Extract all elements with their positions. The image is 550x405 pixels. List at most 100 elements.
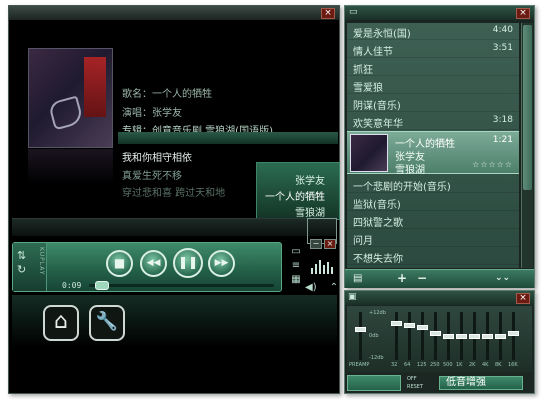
playlist-item[interactable]: 一个悲剧的开始(音乐) [347,176,519,193]
eq-band-label: 4K [482,362,489,368]
eq-slider-knob[interactable] [391,320,402,326]
equalizer-footer: OFF RESET 低音增强 [345,373,534,393]
collapse-down-icon[interactable]: ⌄⌄ [495,273,510,283]
main-player-window: × 歌名：一个人的牺牲 演唱：张学友 专辑：创意音乐剧 雪狼湖(国语版) 我和你… [8,5,340,394]
playlist-list: 爱是永恒(国) 4:40 情人佳节 3:51 抓狂 雪爱狼 阴谋(音乐) 欢笑意年华… [347,23,519,268]
equalizer-close-button[interactable]: × [516,293,530,304]
playlist-item[interactable]: 问月 [347,230,519,247]
playlist-current-item[interactable]: 一个人的牺牲 张学友 雪狼湖 1:21 ☆☆☆☆☆ [347,131,519,176]
eq-band-label: PREAMP [349,362,370,368]
album-cover-logo-art [47,95,85,131]
seek-handle[interactable] [94,281,109,290]
playlist-scroll-thumb[interactable] [523,25,532,190]
panel-close-button[interactable]: × [324,239,336,249]
playlist-close-button[interactable]: × [516,8,530,19]
volume-controls: ◀) ⌃ [305,282,338,293]
eq-slider-knob[interactable] [508,331,519,337]
eq-slider-knob[interactable] [482,333,493,339]
previous-button[interactable]: ◀◀ [140,250,167,277]
eq-scale-bottom: -12db [369,355,384,361]
eq-slider-knob[interactable] [456,333,467,339]
eq-band-label: 16K [508,362,518,368]
playback-control-panel: ⇅ ↻ KUPLAY ■ ◀◀ ❚❚ ▶▶ 0:09 [12,242,282,292]
eq-slider-8k[interactable] [495,312,506,360]
song-title-info: 歌名：一个人的牺牲 [122,89,212,100]
rating-stars[interactable]: ☆☆☆☆☆ [472,160,513,169]
visual-display-area: 歌名：一个人的牺牲 演唱：张学友 专辑：创意音乐剧 雪狼湖(国语版) 我和你相守… [12,21,340,220]
playlist-item[interactable]: 不想失去你 [347,248,519,265]
eq-slider-125[interactable] [417,312,428,360]
playlist-item[interactable]: 阴谋(音乐) [347,95,519,112]
eq-slider-knob[interactable] [355,327,366,333]
eq-reset-button[interactable]: RESET [407,384,423,390]
lyric-highlight-bar [118,132,338,144]
remove-button[interactable]: − [417,271,427,285]
view-icons-column: ▭ ≡ ▦ [289,246,303,288]
equalizer-title-bar[interactable]: ▣ [345,291,534,305]
add-button[interactable]: + [397,271,407,285]
stop-button[interactable]: ■ [106,250,133,277]
lyric-next-line: 真爱生死不移 [122,171,182,182]
eq-slider-16k[interactable] [508,312,519,360]
eq-preset-select[interactable]: 低音增强 [439,376,523,390]
main-title-bar[interactable] [9,6,339,20]
list-icon[interactable]: ≡ [289,260,303,274]
playlist-item[interactable]: 四狱警之歌 [347,212,519,229]
collapse-up-icon[interactable]: ⌃ [330,282,338,293]
seek-bar[interactable] [89,284,274,287]
equalizer-window-icon: ▣ [348,292,357,302]
volume-icon[interactable]: ◀) [305,282,317,293]
eq-band-label: 500 [443,362,453,368]
eq-slider-4k[interactable] [482,312,493,360]
eq-slider-preamp[interactable] [355,312,366,360]
eq-band-label: 1K [456,362,463,368]
eq-slider-250[interactable] [430,312,441,360]
eq-slider-knob[interactable] [430,331,441,337]
song-artist-info: 演唱：张学友 [122,108,182,119]
eq-slider-1k[interactable] [456,312,467,360]
playlist-item[interactable]: 监狱(音乐) [347,194,519,211]
screen-icon[interactable]: ▭ [289,246,303,260]
playlist-item[interactable]: 抓狂 [347,59,519,76]
playlist-title-bar[interactable]: ▭ [345,6,534,20]
next-button[interactable]: ▶▶ [208,250,235,277]
eq-slider-knob[interactable] [443,333,454,339]
eq-slider-knob[interactable] [495,333,506,339]
eq-scale-top: +12db [369,310,386,316]
eq-off-toggle[interactable]: OFF [407,376,417,382]
eq-slider-64[interactable] [404,312,415,360]
pause-button[interactable]: ❚❚ [173,248,203,278]
equalizer-window: ▣ × +12db 0db -12db PREAMP 32 64 125 250 500 1… [344,290,535,394]
eq-scale-mid: 0db [369,333,379,339]
home-icon[interactable]: ⌂ [43,305,79,341]
current-item-album: 雪狼湖 [395,165,425,176]
eq-slider-knob[interactable] [469,333,480,339]
main-close-button[interactable]: × [321,8,335,19]
eq-slider-knob[interactable] [417,324,428,330]
playlist-scrollbar[interactable] [521,23,533,268]
eq-slider-knob[interactable] [404,322,415,328]
playlist-item[interactable]: 雪爱狼 [347,77,519,94]
brand-vertical-label: KUPLAY [38,247,45,276]
album-cover [28,48,113,148]
tools-icon[interactable]: 🔧 [89,305,125,341]
repeat-icon[interactable]: ⇅ [17,249,26,262]
desktop-lyric-artist: 张学友 [295,176,325,187]
eq-band-label: 8K [495,362,502,368]
file-icon[interactable]: ▤ [353,273,362,284]
spectrum-icon [311,258,333,274]
playlist-item[interactable]: 爱是永恒(国) 4:40 [347,23,519,40]
playlist-window-icon: ▭ [349,7,358,17]
eq-band-label: 2K [469,362,476,368]
eq-band-label: 64 [404,362,411,368]
playlist-item[interactable]: 欢笑意年华 3:18 [347,113,519,130]
current-item-duration: 1:21 [492,135,513,145]
shuffle-icon[interactable]: ↻ [17,263,26,276]
minimize-button[interactable]: − [310,239,322,249]
playlist-window: ▭ × 爱是永恒(国) 4:40 情人佳节 3:51 抓狂 雪爱狼 阴谋(音乐) 欢… [344,5,535,288]
eq-slider-2k[interactable] [469,312,480,360]
grid-icon[interactable]: ▦ [289,274,303,288]
eq-slider-500[interactable] [443,312,454,360]
playlist-item[interactable]: 情人佳节 3:51 [347,41,519,58]
eq-slider-32[interactable] [391,312,402,360]
